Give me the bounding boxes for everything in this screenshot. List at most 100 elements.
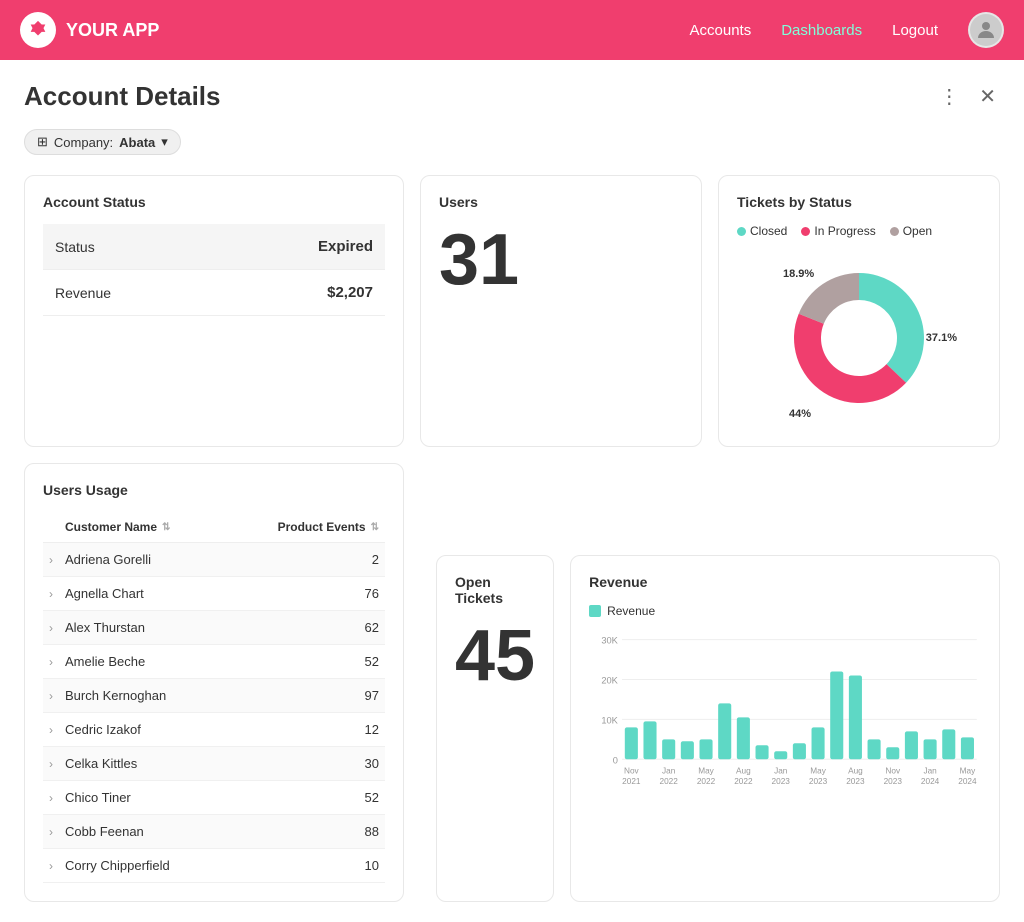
- svg-text:May: May: [698, 766, 714, 775]
- main-nav: Accounts Dashboards Logout: [690, 12, 1004, 48]
- page-header: Account Details ⋮ ✕: [24, 80, 1000, 113]
- svg-text:Jan: Jan: [774, 766, 788, 775]
- legend-item: Open: [890, 224, 932, 238]
- logo-icon: [20, 12, 56, 48]
- expand-icon[interactable]: ›: [43, 611, 59, 645]
- expand-icon[interactable]: ›: [43, 849, 59, 883]
- expand-icon[interactable]: ›: [43, 645, 59, 679]
- users-count: 31: [439, 224, 683, 296]
- usage-row: › Cobb Feenan 88: [43, 815, 385, 849]
- svg-text:Aug: Aug: [848, 766, 863, 775]
- bar-chart: 010K20K30KNov2021Jan2022May2022Aug2022Ja…: [589, 628, 981, 808]
- usage-row: › Chico Tiner 52: [43, 781, 385, 815]
- legend-item: Closed: [737, 224, 787, 238]
- expand-icon[interactable]: ›: [43, 781, 59, 815]
- page-actions: ⋮ ✕: [935, 80, 1000, 113]
- usage-row: › Corry Chipperfield 10: [43, 849, 385, 883]
- legend-dot: [737, 227, 746, 236]
- nav-logout[interactable]: Logout: [892, 22, 938, 39]
- customer-name: Adriena Gorelli: [59, 543, 225, 577]
- svg-text:30K: 30K: [601, 635, 618, 645]
- legend-item: In Progress: [801, 224, 875, 238]
- expand-icon[interactable]: ›: [43, 577, 59, 611]
- svg-text:Jan: Jan: [924, 766, 938, 775]
- customer-name-header[interactable]: Customer Name ⇅: [59, 512, 225, 543]
- svg-text:May: May: [960, 766, 976, 775]
- product-events: 97: [225, 679, 385, 713]
- revenue-card: Revenue Revenue 010K20K30KNov2021Jan2022…: [570, 555, 1000, 903]
- status-row: StatusExpired: [43, 224, 385, 270]
- legend-label: Open: [903, 224, 932, 238]
- company-filter[interactable]: ⊞ Company: Abata ▾: [24, 129, 181, 155]
- dashboard-grid: Account Status StatusExpired Revenue $2,20…: [24, 175, 1000, 902]
- filter-icon: ⊞: [37, 134, 48, 150]
- expand-icon[interactable]: ›: [43, 815, 59, 849]
- revenue-title: Revenue: [589, 574, 981, 590]
- svg-text:10K: 10K: [601, 715, 618, 725]
- open-tickets-title: Open Tickets: [455, 574, 535, 606]
- expand-icon[interactable]: ›: [43, 543, 59, 577]
- donut-label-open: 18.9%: [783, 268, 814, 280]
- product-events: 52: [225, 781, 385, 815]
- filter-value: Abata: [119, 135, 155, 150]
- status-value: $2,207: [215, 270, 385, 316]
- svg-text:20K: 20K: [601, 675, 618, 685]
- sort-icon-events: ⇅: [371, 522, 379, 533]
- customer-name: Alex Thurstan: [59, 611, 225, 645]
- customer-name: Agnella Chart: [59, 577, 225, 611]
- avatar[interactable]: [968, 12, 1004, 48]
- usage-row: › Amelie Beche 52: [43, 645, 385, 679]
- product-events: 12: [225, 713, 385, 747]
- app-name: YOUR APP: [66, 20, 159, 41]
- svg-text:2022: 2022: [697, 777, 716, 786]
- expand-col-header: [43, 512, 59, 543]
- svg-text:2024: 2024: [958, 777, 977, 786]
- svg-text:2022: 2022: [660, 777, 679, 786]
- more-options-button[interactable]: ⋮: [935, 80, 963, 113]
- donut-label-closed: 37.1%: [926, 332, 957, 344]
- chevron-down-icon: ▾: [161, 134, 168, 150]
- users-usage-title: Users Usage: [43, 482, 385, 498]
- svg-text:Nov: Nov: [886, 766, 902, 775]
- nav-accounts[interactable]: Accounts: [690, 22, 752, 39]
- svg-text:2022: 2022: [734, 777, 753, 786]
- filter-bar: ⊞ Company: Abata ▾: [24, 129, 1000, 155]
- expand-icon[interactable]: ›: [43, 747, 59, 781]
- account-status-title: Account Status: [43, 194, 385, 210]
- users-card: Users 31: [420, 175, 702, 447]
- header: YOUR APP Accounts Dashboards Logout: [0, 0, 1024, 60]
- customer-name: Corry Chipperfield: [59, 849, 225, 883]
- close-button[interactable]: ✕: [975, 80, 1000, 113]
- legend-dot: [801, 227, 810, 236]
- expand-icon[interactable]: ›: [43, 713, 59, 747]
- usage-table: Customer Name ⇅ Product Events ⇅ › Adrie…: [43, 512, 385, 883]
- customer-name: Cobb Feenan: [59, 815, 225, 849]
- product-events: 52: [225, 645, 385, 679]
- main-content: Account Details ⋮ ✕ ⊞ Company: Abata ▾ A…: [0, 60, 1024, 922]
- usage-row: › Adriena Gorelli 2: [43, 543, 385, 577]
- usage-row: › Cedric Izakof 12: [43, 713, 385, 747]
- legend-dot: [890, 227, 899, 236]
- nav-dashboards[interactable]: Dashboards: [781, 22, 862, 39]
- product-events: 76: [225, 577, 385, 611]
- tickets-legend: Closed In Progress Open: [737, 224, 981, 238]
- customer-name: Celka Kittles: [59, 747, 225, 781]
- svg-text:May: May: [810, 766, 826, 775]
- product-events: 62: [225, 611, 385, 645]
- customer-name: Chico Tiner: [59, 781, 225, 815]
- open-tickets-count: 45: [455, 620, 535, 692]
- svg-text:2023: 2023: [809, 777, 828, 786]
- svg-text:0: 0: [613, 755, 618, 765]
- svg-text:2023: 2023: [846, 777, 865, 786]
- legend-label: Closed: [750, 224, 787, 238]
- filter-label: Company:: [54, 135, 113, 150]
- svg-text:Jan: Jan: [662, 766, 676, 775]
- expand-icon[interactable]: ›: [43, 679, 59, 713]
- usage-row: › Agnella Chart 76: [43, 577, 385, 611]
- svg-text:2023: 2023: [884, 777, 903, 786]
- status-label: Status: [43, 224, 215, 270]
- svg-text:Aug: Aug: [736, 766, 751, 775]
- open-tickets-card: Open Tickets 45: [436, 555, 554, 903]
- app-logo: YOUR APP: [20, 12, 690, 48]
- product-events-header[interactable]: Product Events ⇅: [225, 512, 385, 543]
